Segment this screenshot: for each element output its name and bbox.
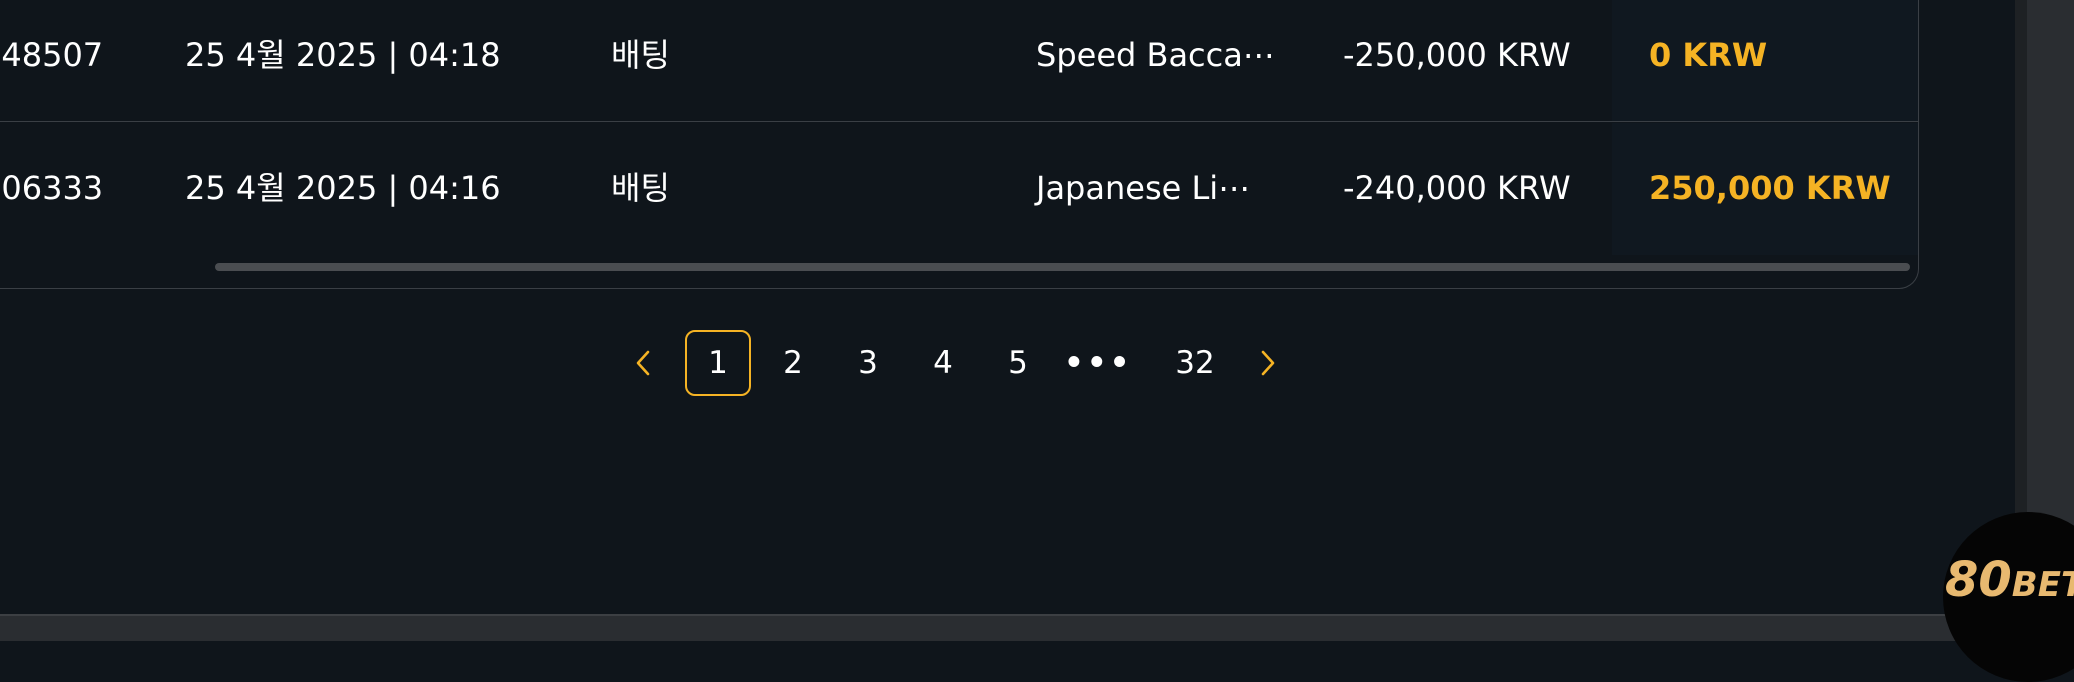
- horizontal-scrollbar[interactable]: [215, 263, 1910, 271]
- transaction-type: 배팅: [611, 36, 670, 74]
- game-name: Japanese Li⋯: [1036, 169, 1251, 207]
- previous-page-button[interactable]: [620, 330, 665, 396]
- logo-number: 80: [1945, 552, 2012, 608]
- next-page-button[interactable]: [1245, 330, 1290, 396]
- logo-word: BET: [2011, 565, 2074, 605]
- transaction-time: 25 4월 2025 | 04:16: [185, 169, 501, 207]
- transaction-id: 748507: [0, 36, 104, 74]
- stake-amount: -250,000 KRW: [1343, 36, 1571, 74]
- page-button-3[interactable]: 3: [843, 330, 893, 396]
- transaction-time: 25 4월 2025 | 04:18: [185, 36, 501, 74]
- table-row: 748507 25 4월 2025 | 04:18 배팅 Speed Bacca…: [0, 0, 1918, 122]
- row-divider: [0, 121, 1918, 122]
- stake-amount: -240,000 KRW: [1343, 169, 1571, 207]
- transactions-table: 748507 25 4월 2025 | 04:18 배팅 Speed Bacca…: [0, 0, 1919, 289]
- chevron-right-icon: [1261, 350, 1274, 376]
- page-button-5[interactable]: 5: [993, 330, 1043, 396]
- brand-logo: 80BET: [1945, 552, 2074, 608]
- table-row: 706333 25 4월 2025 | 04:16 배팅 Japanese Li…: [0, 123, 1918, 255]
- chevron-left-icon: [636, 350, 649, 376]
- brand-logo-button[interactable]: 80BET: [1943, 512, 2074, 682]
- page-button-32[interactable]: 32: [1160, 330, 1230, 396]
- bottom-bar: [0, 614, 2074, 641]
- page-button-4[interactable]: 4: [918, 330, 968, 396]
- transaction-id: 706333: [0, 169, 104, 207]
- pagination-ellipsis: •••: [1064, 345, 1133, 381]
- page-button-1[interactable]: 1: [685, 330, 751, 396]
- payout-amount: 0 KRW: [1649, 36, 1768, 74]
- game-name: Speed Bacca⋯: [1036, 36, 1275, 74]
- transaction-type: 배팅: [611, 169, 670, 207]
- page-button-2[interactable]: 2: [768, 330, 818, 396]
- payout-amount: 250,000 KRW: [1649, 169, 1891, 207]
